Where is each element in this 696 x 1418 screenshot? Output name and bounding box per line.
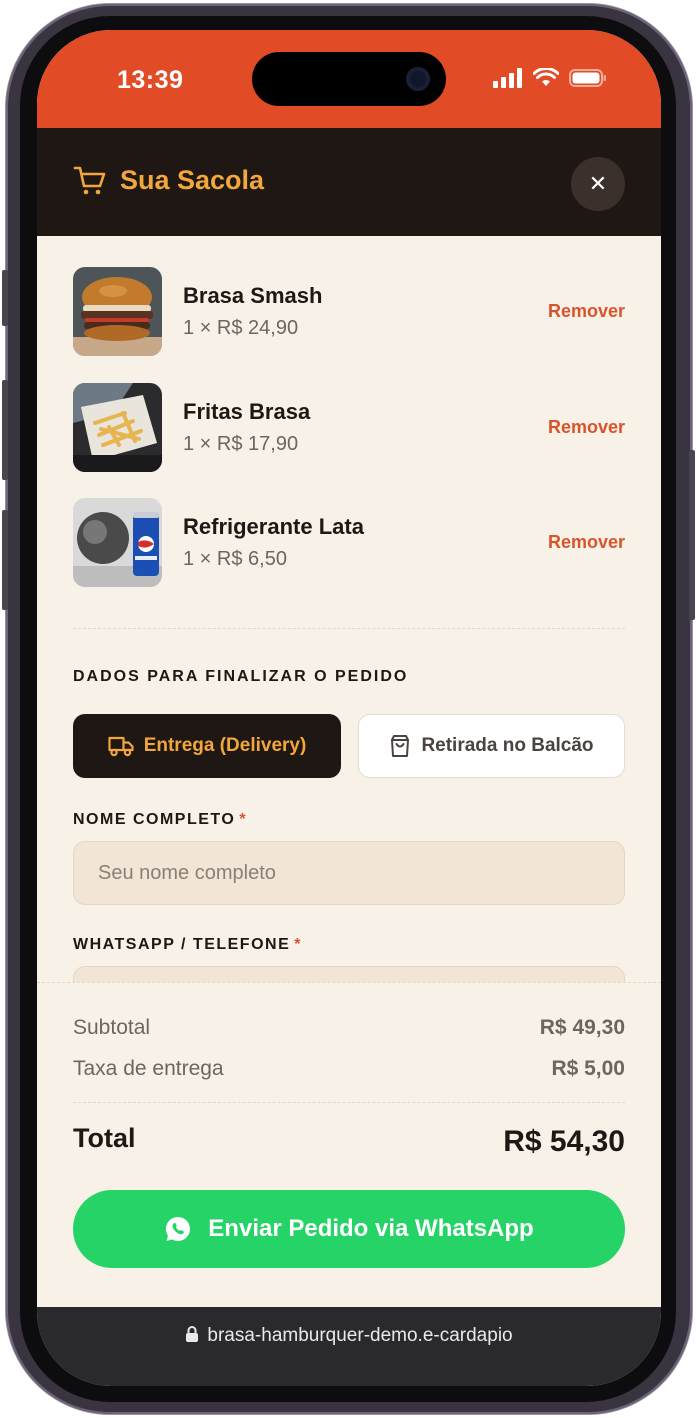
bag-icon (391, 735, 410, 757)
remove-button[interactable]: Remover (548, 532, 625, 553)
url-text: brasa-hamburquer-demo.e-cardapio (207, 1325, 513, 1346)
subtotal-label: Subtotal (73, 1016, 151, 1039)
pickup-label: Retirada no Balcão (421, 735, 594, 756)
truck-icon (108, 736, 134, 757)
total-value: R$ 54,30 (503, 1125, 625, 1158)
phone-label: WHATSAPP / TELEFONE * (73, 936, 302, 954)
action-button (2, 270, 8, 326)
required-mark: * (294, 936, 302, 953)
divider (73, 628, 625, 629)
browser-url-bar[interactable]: brasa-hamburquer-demo.e-cardapio (37, 1307, 661, 1386)
remove-button[interactable]: Remover (548, 301, 625, 322)
cart-item: Refrigerante Lata 1 × R$ 6,50 Remover (73, 498, 625, 588)
bag-header: Sua Sacola ✕ (37, 128, 661, 236)
dynamic-island (252, 52, 446, 106)
phone-label-text: WHATSAPP / TELEFONE (73, 936, 291, 953)
page-title: Sua Sacola (120, 165, 265, 195)
camera-icon (406, 67, 430, 91)
section-title: DADOS PARA FINALIZAR O PEDIDO (73, 668, 409, 685)
delivery-label: Entrega (Delivery) (143, 735, 307, 756)
cart-icon (73, 166, 106, 195)
name-input[interactable] (73, 841, 625, 905)
item-price: 1 × R$ 24,90 (183, 317, 299, 339)
item-name: Brasa Smash (183, 283, 323, 308)
close-icon: ✕ (588, 171, 608, 196)
cart-item: Brasa Smash 1 × R$ 24,90 Remover (73, 267, 625, 357)
wifi-icon (533, 68, 559, 86)
remove-button[interactable]: Remover (548, 417, 625, 438)
phone-screen: 13:39 Sua Sacola ✕ Brasa Smash 1 × R$ 24… (37, 30, 661, 1386)
item-name: Fritas Brasa (183, 399, 311, 424)
battery-icon (569, 69, 606, 87)
product-image-fries (73, 383, 162, 472)
status-icons (493, 68, 607, 88)
name-label: NOME COMPLETO * (73, 811, 247, 829)
pickup-toggle[interactable]: Retirada no Balcão (358, 714, 625, 778)
name-label-text: NOME COMPLETO (73, 811, 236, 828)
delivery-toggle[interactable]: Entrega (Delivery) (73, 714, 341, 778)
send-whatsapp-button[interactable]: Enviar Pedido via WhatsApp (73, 1190, 625, 1268)
item-name: Refrigerante Lata (183, 514, 364, 539)
volume-up-button (2, 380, 8, 480)
required-mark: * (239, 811, 248, 828)
fee-label: Taxa de entrega (73, 1057, 224, 1080)
divider (73, 1102, 625, 1103)
product-image-burger (73, 267, 162, 356)
close-button[interactable]: ✕ (571, 157, 625, 211)
cart-item: Fritas Brasa 1 × R$ 17,90 Remover (73, 383, 625, 473)
product-image-soda (73, 498, 162, 587)
item-price: 1 × R$ 17,90 (183, 433, 299, 455)
status-bar: 13:39 (37, 30, 661, 128)
status-time: 13:39 (117, 66, 184, 94)
power-button (689, 450, 695, 620)
signal-icon (493, 68, 522, 88)
whatsapp-icon (166, 1216, 191, 1242)
send-whatsapp-label: Enviar Pedido via WhatsApp (208, 1215, 534, 1242)
subtotal-value: R$ 49,30 (539, 1016, 625, 1039)
volume-down-button (2, 510, 8, 610)
item-price: 1 × R$ 6,50 (183, 548, 287, 570)
bag-content[interactable]: Brasa Smash 1 × R$ 24,90 Remover Fritas … (37, 236, 661, 982)
lock-icon (186, 1326, 199, 1342)
total-label: Total (73, 1123, 136, 1153)
fee-value: R$ 5,00 (551, 1057, 625, 1080)
phone-input[interactable] (73, 966, 625, 982)
order-summary: Subtotal R$ 49,30 Taxa de entrega R$ 5,0… (37, 982, 661, 1307)
